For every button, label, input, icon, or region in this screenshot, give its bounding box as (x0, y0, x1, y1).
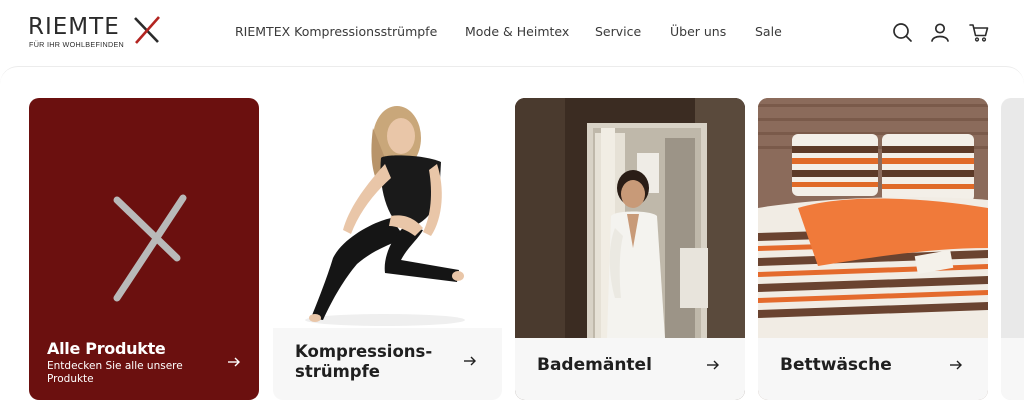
card-footer (1001, 338, 1024, 400)
product-photo-compression-stockings (273, 98, 502, 328)
category-card-kompressionsstruempfe[interactable]: Kompressions- strümpfe (273, 98, 502, 400)
arrow-right-icon (464, 356, 476, 366)
card-title-line-2: strümpfe (295, 362, 380, 381)
arrow-right-icon (228, 357, 240, 367)
card-title: Kompressions- strümpfe (295, 342, 432, 382)
category-card-alle-produkte[interactable]: Alle Produkte Entdecken Sie alle unsere … (29, 98, 259, 400)
arrow-right-icon (950, 360, 962, 370)
card-subtitle: Entdecken Sie alle unsere Produkte (47, 360, 183, 385)
product-photo-bed-linen (758, 98, 988, 338)
card-title-line-1: Kompressions- (295, 342, 433, 361)
brand-x-mark (134, 16, 160, 44)
card-title: Alle Produkte (47, 339, 166, 358)
search-icon[interactable] (891, 21, 913, 43)
nav-item-sale[interactable]: Sale (755, 24, 782, 39)
category-card-partial[interactable] (1001, 98, 1024, 400)
nav-item-ueber-uns[interactable]: Über uns (670, 24, 726, 39)
brand-wordmark: RIEMTE (28, 14, 120, 40)
cart-icon[interactable] (968, 21, 990, 43)
arrow-right-icon (707, 360, 719, 370)
category-card-bettwaesche[interactable]: Bettwäsche (758, 98, 988, 400)
brand-logo[interactable]: RIEMTE FÜR IHR WOHLBEFINDEN (28, 14, 168, 50)
product-photo-bathrobe (515, 98, 745, 338)
site-header: RIEMTE FÜR IHR WOHLBEFINDEN RIEMTEX Komp… (0, 0, 1024, 66)
nav-item-kompressionsstruempfe[interactable]: RIEMTEX Kompressionsstrümpfe (235, 24, 437, 39)
card-title: Bettwäsche (780, 355, 892, 375)
brand-tagline: FÜR IHR WOHLBEFINDEN (29, 40, 125, 49)
category-card-bademaentel[interactable]: Bademäntel (515, 98, 745, 400)
nav-item-service[interactable]: Service (595, 24, 641, 39)
card-title: Bademäntel (537, 355, 652, 375)
nav-item-mode-heimtex[interactable]: Mode & Heimtex (465, 24, 569, 39)
brand-x-watermark-icon (113, 194, 187, 302)
account-icon[interactable] (929, 21, 951, 43)
